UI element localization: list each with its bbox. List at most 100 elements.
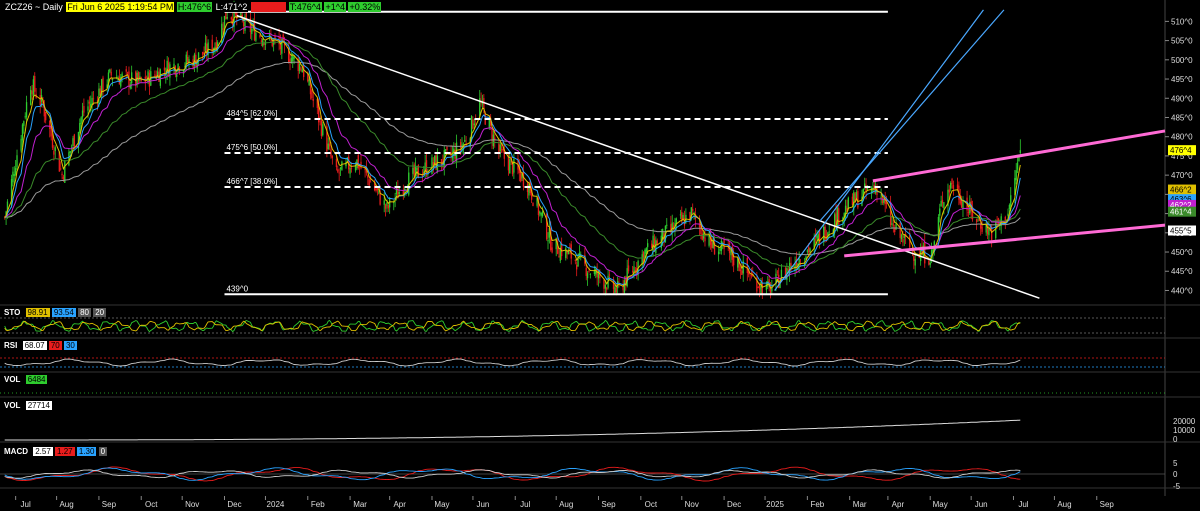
macd-hist: 1.30 bbox=[76, 447, 97, 456]
candle-body bbox=[500, 149, 503, 150]
rsi-upper-band: 70 bbox=[48, 341, 62, 350]
candle-body bbox=[337, 169, 339, 172]
time-label-26: Aug bbox=[1057, 500, 1071, 509]
candle-body bbox=[847, 197, 849, 209]
candle-body bbox=[80, 117, 82, 124]
candle-body bbox=[646, 243, 649, 248]
price-tick-label-12: 450^0 bbox=[1171, 248, 1193, 257]
price-tick-label-14: 440^0 bbox=[1171, 286, 1193, 295]
candle-body bbox=[308, 79, 310, 86]
rsi-label: RSI bbox=[4, 341, 18, 350]
time-label-2: Aug bbox=[59, 500, 73, 509]
candle-body bbox=[298, 63, 301, 71]
candle-body bbox=[540, 212, 542, 216]
price-tick-label-2: 500^0 bbox=[1171, 56, 1193, 65]
candle-body bbox=[111, 78, 114, 81]
candle-body bbox=[574, 260, 576, 261]
candle-body bbox=[894, 228, 896, 233]
candle-body bbox=[960, 199, 963, 208]
candle-body bbox=[588, 271, 590, 272]
candle-body bbox=[311, 90, 313, 99]
time-label-19: 2025 bbox=[766, 500, 784, 509]
candle-body bbox=[962, 200, 964, 209]
candle-body bbox=[303, 65, 305, 77]
candle-body bbox=[60, 168, 62, 170]
candle-body bbox=[472, 119, 474, 129]
time-label-8: Feb bbox=[311, 500, 325, 509]
candle-body bbox=[824, 226, 826, 241]
candle-body bbox=[24, 116, 26, 118]
candle-body bbox=[12, 171, 14, 183]
vol2-axis-label-2: 0 bbox=[1173, 435, 1178, 444]
symbol-label: ZCZ26 ~ Daily bbox=[5, 2, 63, 12]
candle-body bbox=[750, 274, 753, 276]
candle-body bbox=[889, 203, 892, 226]
candle-body bbox=[507, 155, 510, 171]
candle-body bbox=[338, 172, 340, 174]
vol2-label: VOL bbox=[4, 401, 21, 410]
candle-body bbox=[322, 124, 324, 136]
macd-signal: 1.27 bbox=[55, 447, 75, 456]
candle-body bbox=[424, 162, 426, 170]
sto-upper-band: 80 bbox=[78, 308, 91, 317]
candle-body bbox=[73, 134, 76, 147]
candle-body bbox=[551, 247, 553, 253]
candle-body bbox=[222, 28, 224, 30]
candle-body bbox=[818, 230, 821, 245]
time-label-16: Oct bbox=[645, 500, 658, 509]
candle-body bbox=[25, 102, 28, 118]
fib-label-4: 439^0 bbox=[226, 284, 248, 293]
candle-body bbox=[328, 143, 331, 147]
candle-body bbox=[167, 62, 170, 77]
candle-body bbox=[368, 179, 370, 186]
time-label-10: Apr bbox=[393, 500, 406, 509]
candle-body bbox=[900, 234, 903, 240]
candle-body bbox=[940, 200, 942, 207]
candle-body bbox=[809, 248, 811, 253]
candle-body bbox=[749, 278, 751, 280]
candle-body bbox=[928, 260, 930, 265]
candle-body bbox=[547, 240, 549, 242]
vol1-label: VOL bbox=[4, 375, 21, 384]
candle-body bbox=[892, 224, 895, 226]
candle-body bbox=[903, 235, 905, 238]
price-tick-label-13: 445^0 bbox=[1171, 267, 1193, 276]
vol1-legend: VOL 6484 bbox=[4, 375, 48, 384]
candle-body bbox=[1018, 157, 1020, 161]
price-tick-label-6: 480^0 bbox=[1171, 133, 1193, 142]
candle-body bbox=[81, 110, 84, 118]
candle-body bbox=[943, 202, 945, 209]
candle-body bbox=[126, 72, 129, 74]
price-tag-1: 466^2 bbox=[1170, 186, 1192, 195]
candle-body bbox=[29, 89, 32, 105]
sto-legend: STO 98.91 93.54 80 20 bbox=[4, 308, 107, 317]
candle-body bbox=[61, 173, 63, 176]
candle-body bbox=[185, 54, 187, 65]
chart-header: ZCZ26 ~ Daily Fri Jun 6 2025 1:19:54 PM … bbox=[4, 2, 382, 14]
price-chart[interactable]: 512^4484^5 [62.0%]475^6 [50.0%]466^7 [38… bbox=[0, 0, 1200, 511]
candle-body bbox=[652, 235, 654, 253]
vol2-axis-label-1: 10000 bbox=[1173, 426, 1196, 435]
candle-body bbox=[98, 88, 100, 106]
fib-label-3: 466^7 [38.0%] bbox=[226, 177, 277, 186]
candle-body bbox=[739, 269, 742, 271]
candle-body bbox=[154, 74, 156, 76]
macd-value: 2.57 bbox=[33, 447, 53, 456]
time-label-20: Feb bbox=[810, 500, 824, 509]
time-label-17: Nov bbox=[685, 500, 699, 509]
time-label-6: Dec bbox=[227, 500, 241, 509]
candle-body bbox=[350, 167, 353, 169]
time-label-13: Jul bbox=[520, 500, 530, 509]
candle-body bbox=[412, 167, 414, 174]
candle-body bbox=[163, 67, 166, 71]
candle-body bbox=[902, 239, 904, 243]
time-label-15: Sep bbox=[601, 500, 616, 509]
rsi-legend: RSI 68.07 70 30 bbox=[4, 341, 77, 350]
vol2-axis-label-0: 20000 bbox=[1173, 417, 1196, 426]
time-label-12: Jun bbox=[476, 500, 489, 509]
candle-body bbox=[823, 226, 825, 243]
last-label: T:476^4 bbox=[288, 2, 322, 12]
candle-body bbox=[692, 208, 694, 211]
candle-body bbox=[159, 69, 162, 86]
candle-body bbox=[711, 242, 713, 248]
